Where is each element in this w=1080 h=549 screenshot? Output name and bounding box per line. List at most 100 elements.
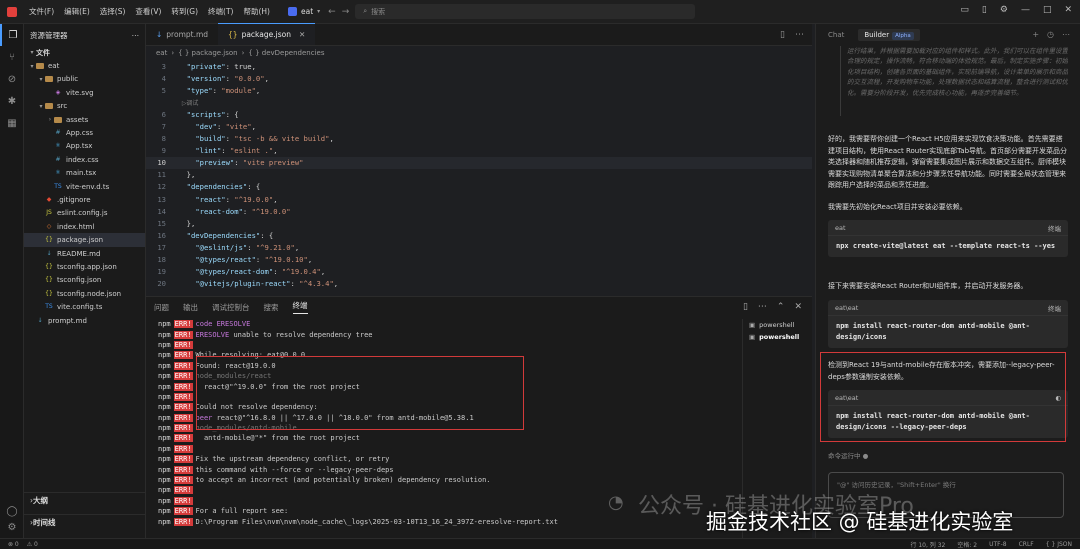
minimize-icon[interactable]: —	[1021, 5, 1030, 15]
ai-chat-input[interactable]: "@" 访问历史记录，"Shift+Enter" 换行	[828, 472, 1064, 518]
terminal-instance[interactable]: ▣ powershell	[749, 319, 812, 331]
menu-item[interactable]: 查看(V)	[135, 6, 161, 17]
panel-tab[interactable]: 输出	[183, 302, 198, 313]
tree-item[interactable]: ◆ .gitignore	[24, 193, 145, 206]
code-editor[interactable]: 3 "private": true, 4 "version": "0.0.0", 5…	[146, 60, 812, 290]
split-terminal-icon[interactable]: ▯	[743, 302, 748, 312]
tree-item[interactable]: ▾ public	[24, 73, 145, 86]
tree-item[interactable]: ↓ README.md	[24, 247, 145, 260]
code-line[interactable]: 4 "version": "0.0.0",	[146, 72, 812, 84]
menu-item[interactable]: 选择(S)	[100, 6, 126, 17]
code-line[interactable]: 15 },	[146, 217, 812, 229]
layout-icon[interactable]: ▭	[960, 5, 969, 15]
menu-item[interactable]: 编辑(E)	[64, 6, 90, 17]
terminal-instance[interactable]: ▣ powershell	[749, 331, 812, 343]
panel-tab[interactable]: 终端	[292, 300, 308, 314]
maximize-icon[interactable]: □	[1043, 5, 1052, 15]
code-line[interactable]: 16 "devDependencies": {	[146, 229, 812, 241]
menu-item[interactable]: 转到(G)	[171, 6, 198, 17]
code-line[interactable]: 20 "@vitejs/plugin-react": "^4.3.4",	[146, 278, 812, 290]
open-terminal-button[interactable]: 终端	[1048, 303, 1061, 313]
code-line[interactable]: 18 "@types/react": "^19.0.10",	[146, 254, 812, 266]
close-tab-icon[interactable]: ✕	[299, 30, 305, 39]
code-line[interactable]: 17 "@eslint/js": "^9.21.0",	[146, 241, 812, 253]
tab-package-json[interactable]: {} package.json ✕	[218, 23, 316, 45]
tree-item[interactable]: {} tsconfig.node.json	[24, 287, 145, 300]
git-icon[interactable]: ⊘	[0, 68, 24, 90]
warning-icon[interactable]: ⚠ 0	[27, 541, 38, 548]
search-input[interactable]: ⌕ 搜索	[355, 4, 696, 19]
tree-item[interactable]: › assets	[24, 113, 145, 126]
debug-codelens[interactable]: ▷调试	[178, 98, 199, 107]
open-terminal-button[interactable]: 终端	[1048, 223, 1061, 233]
breadcrumb-item[interactable]: { } devDependencies	[248, 49, 324, 57]
tree-item[interactable]: TS vite.config.ts	[24, 300, 145, 313]
status-encoding[interactable]: UTF-8	[989, 541, 1007, 548]
more-actions-icon[interactable]: ⋯	[758, 302, 767, 312]
tree-item[interactable]: JS eslint.config.js	[24, 207, 145, 220]
code-line[interactable]: 14 "react-dom": "^19.0.0"	[146, 205, 812, 217]
layout-icon[interactable]: ▯	[982, 5, 987, 15]
code-line[interactable]: 7 "dev": "vite",	[146, 120, 812, 132]
tab-builder[interactable]: Builder Alpha	[858, 29, 920, 41]
back-arrow-icon[interactable]: ←	[328, 7, 336, 17]
tree-item[interactable]: {} tsconfig.json	[24, 274, 145, 287]
menu-item[interactable]: 终端(T)	[208, 6, 233, 17]
split-editor-icon[interactable]: ▯	[780, 30, 785, 40]
code-line[interactable]: 19 "@types/react-dom": "^19.0.4",	[146, 266, 812, 278]
code-line[interactable]: 13 "react": "^19.0.0",	[146, 193, 812, 205]
tab-chat[interactable]: Chat	[828, 31, 844, 39]
code-line[interactable]: 12 "dependencies": {	[146, 181, 812, 193]
more-actions-icon[interactable]: ⋯	[795, 30, 804, 40]
menu-item[interactable]: 文件(F)	[29, 6, 54, 17]
outline-section[interactable]: › 大纲	[24, 492, 146, 508]
panel-tab[interactable]: 调试控制台	[212, 302, 250, 313]
status-language[interactable]: { } JSON	[1046, 541, 1072, 548]
menu-item[interactable]: 帮助(H)	[243, 6, 270, 17]
code-line[interactable]: 11 },	[146, 169, 812, 181]
code-line[interactable]: 3 "private": true,	[146, 60, 812, 72]
status-indent[interactable]: 空格: 2	[957, 540, 977, 549]
close-panel-icon[interactable]: ✕	[794, 302, 802, 312]
tree-item[interactable]: {} package.json	[24, 233, 145, 247]
code-line[interactable]: ▷调试	[146, 96, 812, 108]
explorer-icon[interactable]: ❐	[0, 24, 24, 46]
extensions-icon[interactable]: ▦	[0, 112, 24, 134]
breadcrumb-item[interactable]: { } package.json	[178, 49, 237, 57]
tab-prompt-md[interactable]: ↓ prompt.md	[146, 23, 218, 45]
code-line[interactable]: 10 "preview": "vite preview"	[146, 156, 812, 169]
tree-item[interactable]: ▾ src	[24, 100, 145, 113]
tree-item[interactable]: # index.css	[24, 153, 145, 166]
debug-icon[interactable]: ✱	[0, 90, 24, 112]
more-actions-icon[interactable]: ⋯	[1062, 30, 1070, 39]
tree-item[interactable]: ◇ index.html	[24, 220, 145, 233]
more-actions-icon[interactable]: ⋯	[132, 31, 140, 40]
tree-item[interactable]: {} tsconfig.app.json	[24, 260, 145, 273]
tree-item[interactable]: ⚛ main.tsx	[24, 167, 145, 180]
files-section[interactable]: ▾ 文件	[24, 46, 145, 59]
tree-item[interactable]: ↓ prompt.md	[24, 314, 145, 327]
tree-item[interactable]: ▾ eat	[24, 59, 145, 72]
tree-item[interactable]: ⚛ App.tsx	[24, 140, 145, 153]
history-icon[interactable]: ◷	[1047, 30, 1054, 39]
code-line[interactable]: 8 "build": "tsc -b && vite build",	[146, 133, 812, 145]
source-control-icon[interactable]: ⑂	[0, 46, 24, 68]
status-eol[interactable]: CRLF	[1019, 541, 1034, 548]
maximize-panel-icon[interactable]: ⌃	[777, 302, 785, 312]
settings-icon[interactable]: ⚙	[1000, 5, 1008, 15]
breadcrumb-item[interactable]: eat	[156, 49, 167, 57]
close-icon[interactable]: ✕	[1064, 5, 1072, 15]
add-icon[interactable]: +	[1032, 30, 1039, 39]
tree-item[interactable]: # App.css	[24, 126, 145, 139]
tree-item[interactable]: ◈ vite.svg	[24, 86, 145, 99]
code-line[interactable]: 9 "lint": "eslint .",	[146, 145, 812, 157]
project-switcher[interactable]: eat ▾	[287, 7, 320, 16]
timeline-section[interactable]: › 时间线	[24, 514, 146, 530]
remote-icon[interactable]: ⊗ 0	[8, 541, 19, 548]
forward-arrow-icon[interactable]: →	[342, 7, 350, 17]
panel-tab[interactable]: 搜索	[264, 302, 279, 313]
tree-item[interactable]: TS vite-env.d.ts	[24, 180, 145, 193]
panel-tab[interactable]: 问题	[154, 302, 169, 313]
code-line[interactable]: 5 "type": "module",	[146, 84, 812, 96]
code-line[interactable]: 6 "scripts": {	[146, 108, 812, 120]
